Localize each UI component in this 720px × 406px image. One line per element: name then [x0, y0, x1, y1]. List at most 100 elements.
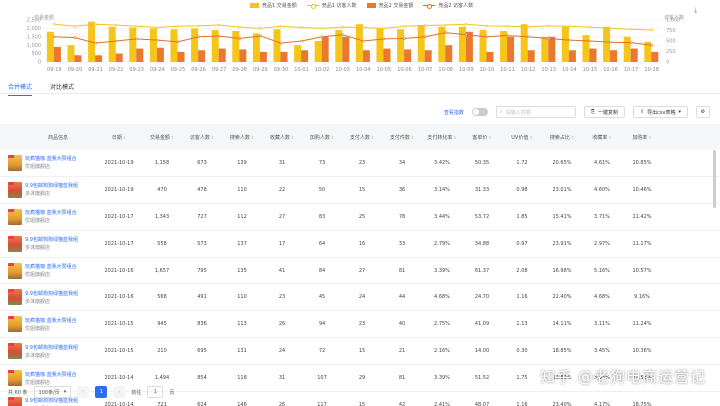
- export-csv-button[interactable]: ⇪ 导出csv表格 ▾: [632, 106, 688, 118]
- column-header[interactable]: 收藏率⇕: [582, 134, 622, 141]
- table-row[interactable]: 玩疯猫咖 蓝我大赞组合 优姐旗舰店 2021-10-19 1,158 673 139 31 7…: [0, 150, 720, 177]
- sort-icon[interactable]: ⇕: [331, 135, 334, 140]
- sort-icon[interactable]: ⇕: [608, 135, 611, 140]
- table-scrollbar[interactable]: [713, 150, 716, 208]
- product-name-link[interactable]: 9.9包邮狗狗绿猫蓝我组: [25, 290, 96, 297]
- chart-bar: [342, 36, 350, 62]
- table-cell: 15: [358, 186, 366, 193]
- product-name-link[interactable]: 9.9包邮狗狗绿猫蓝我组: [25, 397, 96, 404]
- page-size-select[interactable]: 100条/页 ▾: [33, 386, 72, 398]
- next-page-button[interactable]: ›: [113, 386, 126, 398]
- table-row[interactable]: 玩疯猫咖 蓝我大赞组合 优姐旗舰店 2021-10-15 945 836 113 26 94 2…: [0, 311, 720, 339]
- sort-icon[interactable]: ⇕: [453, 135, 456, 140]
- product-thumbnail[interactable]: [8, 235, 22, 252]
- column-header-label: 交易金额: [149, 134, 170, 141]
- product-thumbnail[interactable]: [8, 343, 22, 360]
- sort-icon[interactable]: ⇕: [251, 135, 254, 140]
- table-row[interactable]: 玩疯猫咖 蓝我大赞组合 优姐旗舰店 2021-10-16 1,657 795 135 41 8…: [0, 258, 720, 285]
- table-cell: 33: [398, 240, 406, 247]
- chart-bar: [198, 50, 206, 62]
- column-header-label: 支付件数: [389, 134, 410, 141]
- column-header[interactable]: 搜索占比⇕: [542, 134, 582, 141]
- page-number-current[interactable]: 1: [95, 386, 108, 398]
- sort-icon[interactable]: ⇕: [171, 135, 174, 140]
- column-header[interactable]: 加购率⇕: [622, 134, 662, 141]
- sort-icon[interactable]: ⇕: [291, 135, 294, 140]
- legend-item[interactable]: 竞品2 访客人数: [423, 2, 473, 9]
- sort-icon[interactable]: ⇕: [123, 135, 126, 140]
- legend-item[interactable]: 竞品2 交易金额: [366, 2, 413, 9]
- product-cell: 玩疯猫咖 蓝我大赞组合 优姐旗舰店: [0, 262, 96, 279]
- product-name-link[interactable]: 9.9包邮狗狗绿猫蓝我组: [25, 182, 96, 189]
- column-header[interactable]: 收藏人数⇕: [262, 134, 302, 141]
- table-cell: 1.85: [516, 213, 528, 220]
- product-thumbnail[interactable]: [8, 154, 22, 171]
- product-cell: 玩疯猫咖 蓝我大赞组合 优姐旗舰店: [0, 370, 96, 387]
- product-thumbnail[interactable]: [8, 370, 22, 387]
- column-header[interactable]: 支付件数⇕: [382, 134, 422, 141]
- copy-button[interactable]: ⎘ 一键复制: [583, 106, 625, 118]
- product-name-link[interactable]: 9.9包邮狗狗绿猫蓝我组: [25, 344, 96, 351]
- product-name-link[interactable]: 玩疯猫咖 蓝我大赞组合: [25, 263, 96, 270]
- table-row[interactable]: 9.9包邮狗狗绿猫蓝我组 多沫旗舰店 2021-10-16 568 491 110 23 45…: [0, 284, 720, 312]
- table-cell: 41.09: [474, 321, 490, 328]
- sort-icon[interactable]: ⇕: [571, 135, 574, 140]
- chart-point: [258, 34, 262, 38]
- table-cell: 4.68%: [594, 294, 610, 301]
- column-header[interactable]: 日期⇕: [96, 134, 142, 141]
- x-tick-label: 09-28: [232, 67, 247, 73]
- product-info: 9.9包邮狗狗绿猫蓝我组多沫旗舰店: [8, 289, 96, 306]
- chart-bar: [520, 24, 528, 62]
- chart-point: [506, 34, 509, 37]
- download-icon[interactable]: ⤓: [694, 6, 702, 14]
- shop-name: 优姐旗舰店: [25, 218, 51, 225]
- x-tick-label: 10-16: [603, 67, 618, 73]
- product-name-link[interactable]: 9.9包邮狗狗绿猫蓝我组: [25, 236, 96, 243]
- table-row[interactable]: 9.9包邮狗狗绿猫蓝我组 多沫旗舰店 2021-10-17 558 573 137 17 64…: [0, 231, 720, 258]
- index-toggle[interactable]: [471, 108, 488, 116]
- product-thumbnail[interactable]: [8, 396, 22, 406]
- table-row[interactable]: 9.9包邮狗狗绿猫蓝我组 多沫旗舰店 2021-10-19 470 478 110 22 50…: [0, 177, 720, 204]
- product-thumbnail[interactable]: [8, 316, 22, 333]
- settings-button[interactable]: ⚙: [696, 106, 710, 118]
- sort-icon[interactable]: ⇕: [211, 135, 214, 140]
- product-thumbnail[interactable]: [8, 262, 22, 279]
- product-name-link[interactable]: 玩疯猫咖 蓝我大赞组合: [25, 371, 96, 378]
- product-name-link[interactable]: 玩疯猫咖 蓝我大赞组合: [25, 155, 96, 162]
- product-name-link[interactable]: 玩疯猫咖 蓝我大赞组合: [25, 209, 96, 216]
- chart-bar: [383, 48, 391, 62]
- table-cell: 23: [358, 321, 366, 328]
- table-cell: 16: [358, 240, 366, 247]
- sort-icon[interactable]: ⇕: [411, 135, 414, 140]
- left-tick-label: 1,500: [27, 34, 41, 40]
- table-row[interactable]: 玩疯猫咖 蓝我大赞组合 优姐旗舰店 2021-10-17 1,343 727 112 27 8…: [0, 204, 720, 231]
- column-header[interactable]: 客单价⇕: [462, 134, 502, 141]
- product-info: 9.9包邮狗狗绿猫蓝我组多沫旗舰店: [8, 235, 96, 252]
- legend-item[interactable]: 竞品1 交易金额: [250, 2, 297, 9]
- table-cell: 131: [237, 348, 247, 355]
- column-header[interactable]: 搜索人数⇕: [222, 134, 262, 141]
- product-thumbnail[interactable]: [8, 181, 22, 198]
- prev-page-button[interactable]: ‹: [77, 386, 90, 398]
- column-header[interactable]: 支付人数⇕: [342, 134, 382, 141]
- legend-item[interactable]: 竞品1 访客人数: [306, 2, 357, 9]
- product-name-link[interactable]: 玩疯猫咖 蓝我大赞组合: [25, 317, 96, 324]
- sort-icon[interactable]: ⇕: [648, 135, 651, 140]
- table-cell: 491: [197, 294, 207, 301]
- goto-page-input[interactable]: 1: [147, 386, 164, 398]
- product-thumbnail[interactable]: [8, 208, 22, 225]
- chart-point: [403, 24, 406, 28]
- chart-bar: [404, 49, 412, 62]
- sort-icon[interactable]: ⇕: [371, 135, 374, 140]
- column-header[interactable]: 访客人数⇕: [182, 134, 222, 141]
- column-header[interactable]: 加购人数⇕: [302, 134, 342, 141]
- column-header[interactable]: 支付转化率⇕: [422, 134, 462, 141]
- sort-icon[interactable]: ⇕: [488, 135, 491, 140]
- search-input[interactable]: ⌕ 请输入内容: [495, 106, 576, 118]
- table-row[interactable]: 9.9包邮狗狗绿猫蓝我组 多沫旗舰店 2021-10-15 210 695 131 24 72…: [0, 338, 720, 366]
- column-header[interactable]: 交易金额⇕: [142, 134, 182, 141]
- sort-icon[interactable]: ⇕: [529, 135, 532, 140]
- product-thumbnail[interactable]: [8, 289, 22, 306]
- column-header[interactable]: UV价值⇕: [502, 134, 542, 141]
- chart-bar: [623, 36, 631, 62]
